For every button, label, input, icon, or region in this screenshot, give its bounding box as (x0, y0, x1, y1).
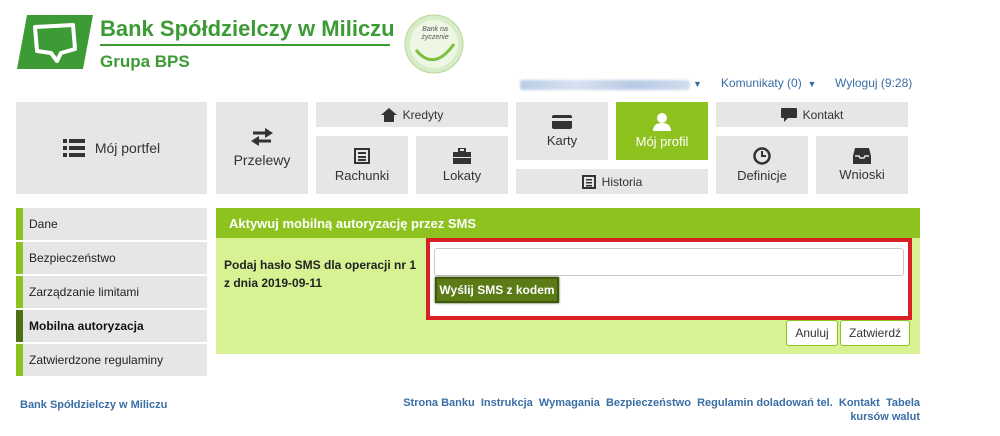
nav-my-portfolio-label: Mój portfel (94, 140, 161, 156)
sidebar-item-label: Mobilna autoryzacja (29, 319, 144, 333)
sidebar-item-limits[interactable]: Zarządzanie limitami (16, 276, 207, 308)
nav-history-label: Historia (601, 174, 643, 189)
nav-credits-label: Kredyty (402, 107, 444, 122)
user-name-blurred[interactable] (520, 80, 690, 90)
panel-title: Aktywuj mobilną autoryzację przez SMS (216, 208, 920, 238)
footer-link-manual[interactable]: Instrukcja (481, 397, 533, 409)
nav-deposits[interactable]: Lokaty (416, 136, 508, 194)
sms-code-input[interactable] (434, 248, 904, 276)
logout-link[interactable]: Wyloguj (9:28) (835, 76, 912, 90)
sms-password-label: Podaj hasło SMS dla operacji nr 1 z dnia… (224, 258, 417, 290)
nav-cards-label: Karty (546, 132, 578, 148)
send-sms-button[interactable]: Wyślij SMS z kodem (435, 277, 559, 303)
sidebar-item-data[interactable]: Dane (16, 208, 207, 240)
sidebar-item-mobile-auth[interactable]: Mobilna autoryzacja (16, 310, 207, 342)
nav-contact[interactable]: Kontakt (716, 102, 908, 127)
communicates-menu[interactable]: Komunikaty (0) ▼ (721, 76, 816, 90)
nav-transfers-label: Przelewy (233, 152, 291, 168)
user-icon (653, 113, 671, 131)
inbox-icon (853, 148, 871, 164)
bank-name: Bank Spółdzielczy w Miliczu (100, 16, 395, 41)
sidebar-item-label: Zarządzanie limitami (29, 285, 140, 299)
nav-deposits-label: Lokaty (442, 167, 482, 183)
sidebar-item-label: Bezpieczeństwo (29, 251, 116, 265)
communicates-label: Komunikaty (0) (721, 76, 802, 90)
footer-link-requirements[interactable]: Wymagania (539, 397, 600, 409)
cancel-button[interactable]: Anuluj (786, 320, 838, 346)
footer-link-bank-site[interactable]: Strona Banku (403, 397, 475, 409)
nav-cards[interactable]: Karty (516, 102, 608, 160)
sidebar-item-regulations[interactable]: Zatwierdzone regulaminy (16, 344, 207, 376)
bank-logo (17, 15, 93, 69)
bank-group: Grupa BPS (100, 52, 190, 71)
credit-card-icon (552, 114, 572, 129)
chevron-down-icon: ▼ (805, 79, 817, 89)
footer-link-security[interactable]: Bezpieczeństwo (606, 397, 691, 409)
sidebar-item-label: Zatwierdzone regulaminy (29, 353, 164, 367)
nav-accounts-label: Rachunki (334, 167, 390, 183)
nav-contact-label: Kontakt (802, 107, 844, 122)
nav-my-profile-label: Mój profil (635, 134, 689, 149)
ledger-icon (354, 147, 370, 164)
brand-divider (100, 44, 390, 46)
bank-badge-icon (404, 14, 464, 74)
clock-icon (753, 147, 771, 165)
nav-my-profile[interactable]: Mój profil (616, 102, 708, 160)
user-menu-caret-icon[interactable]: ▼ (693, 76, 702, 90)
footer-link-contact[interactable]: Kontakt (839, 397, 880, 409)
nav-requests-label: Wnioski (839, 167, 885, 182)
nav-definitions[interactable]: Definicje (716, 136, 808, 194)
nav-accounts[interactable]: Rachunki (316, 136, 408, 194)
history-list-icon (581, 174, 596, 189)
nav-definitions-label: Definicje (737, 168, 787, 183)
home-icon (380, 107, 397, 122)
nav-credits[interactable]: Kredyty (316, 102, 508, 127)
footer-bank-name: Bank Spółdzielczy w Miliczu (20, 399, 168, 411)
transfer-arrows-icon (251, 128, 273, 146)
sidebar-item-label: Dane (29, 217, 58, 231)
nav-my-portfolio[interactable]: Mój portfel (16, 102, 207, 194)
briefcase-icon (453, 147, 471, 164)
nav-requests[interactable]: Wnioski (816, 136, 908, 194)
confirm-button[interactable]: Zatwierdź (840, 320, 910, 346)
sidebar-item-security[interactable]: Bezpieczeństwo (16, 242, 207, 274)
footer-link-topup-rules[interactable]: Regulamin doladowań tel. (697, 397, 833, 409)
chat-bubble-icon (780, 107, 797, 122)
nav-transfers[interactable]: Przelewy (216, 102, 308, 194)
list-icon (62, 139, 85, 157)
footer-links: Strona Banku Instrukcja Wymagania Bezpie… (370, 396, 920, 424)
nav-history[interactable]: Historia (516, 169, 708, 194)
bank-badge-text: Bank na życzenie (421, 26, 449, 41)
